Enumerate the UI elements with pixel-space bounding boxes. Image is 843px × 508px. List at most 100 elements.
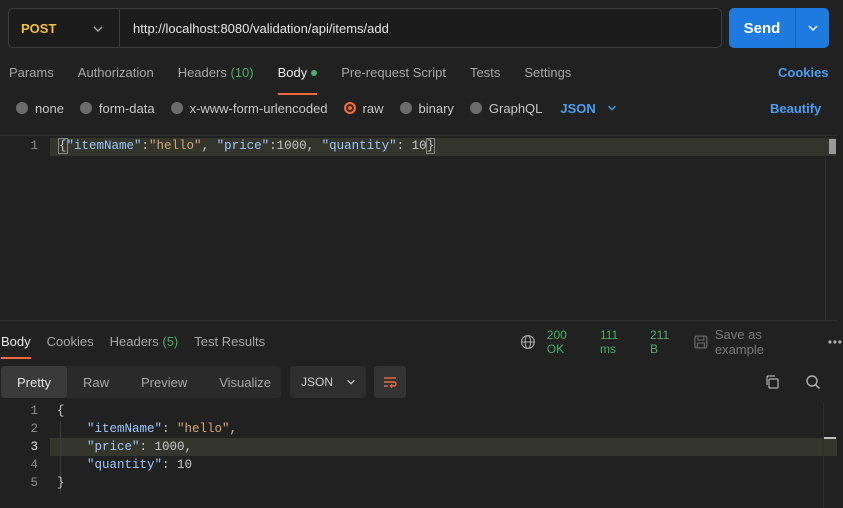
editor-scrollbar[interactable] — [825, 136, 837, 320]
json-value: "hello" — [149, 139, 202, 153]
view-tab-preview[interactable]: Preview — [125, 366, 203, 398]
more-options-icon[interactable] — [827, 339, 843, 345]
chevron-down-icon — [93, 26, 103, 32]
radio-selected-icon — [343, 102, 356, 114]
radio-label: binary — [418, 100, 454, 116]
response-time[interactable]: 111 ms — [600, 328, 637, 356]
json-value: 10 — [411, 139, 427, 153]
resp-tab-headers[interactable]: Headers (5) — [110, 328, 179, 356]
json-key: "quantity" — [87, 458, 163, 472]
tab-authorization[interactable]: Authorization — [78, 58, 154, 88]
tab-headers[interactable]: Headers (10) — [178, 58, 254, 88]
tab-label: Pretty — [17, 374, 51, 390]
save-icon — [694, 335, 708, 349]
status-code[interactable]: 200 OK — [547, 328, 587, 356]
request-body-code: {"itemName":"hello", "price":1000, "quan… — [58, 138, 436, 154]
body-type-urlencoded[interactable]: x-www-form-urlencoded — [170, 100, 328, 116]
wrap-lines-icon — [384, 377, 397, 388]
body-type-graphql[interactable]: GraphQL — [469, 101, 542, 116]
url-bar: POST — [8, 8, 722, 48]
json-line: "itemName": "hello", — [87, 422, 238, 436]
headers-count: (5) — [162, 334, 179, 349]
send-options-button[interactable] — [796, 21, 829, 35]
tab-label: Headers — [109, 334, 159, 349]
json-value: 1000 — [154, 440, 185, 454]
tab-label: Tests — [469, 65, 501, 80]
body-type-raw[interactable]: raw — [343, 101, 384, 116]
body-format-label: JSON — [560, 100, 596, 116]
json-brace: { — [57, 404, 65, 418]
search-icon — [806, 375, 821, 390]
line-number: 4 — [30, 458, 38, 472]
chevron-down-icon — [808, 25, 817, 31]
body-modified-dot — [311, 69, 318, 76]
tab-body[interactable]: Body — [277, 58, 318, 95]
line-number: 1 — [30, 139, 38, 153]
radio-label: form-data — [98, 100, 155, 116]
line-number: 1 — [30, 404, 38, 418]
brace: } — [425, 138, 436, 154]
tab-label: Settings — [524, 65, 572, 80]
method-label: POST — [21, 20, 57, 36]
beautify-button[interactable]: Beautify — [770, 101, 821, 116]
response-body-viewer[interactable]: 1 2 3 4 5 { "itemName": "hello", "price"… — [0, 403, 837, 508]
chevron-down-icon — [607, 105, 616, 111]
send-label: Send — [743, 19, 781, 37]
resp-tab-cookies[interactable]: Cookies — [47, 328, 94, 356]
tab-label: Body — [1, 334, 31, 349]
response-meta: 200 OK 111 ms 211 B Save as example — [520, 327, 843, 357]
body-type-binary[interactable]: binary — [399, 100, 454, 116]
tab-label: Authorization — [77, 65, 154, 80]
radio-label: none — [35, 100, 64, 116]
json-line: "price": 1000, — [87, 440, 193, 454]
headers-count: (10) — [230, 65, 254, 80]
method-select[interactable]: POST — [9, 9, 119, 47]
format-label: JSON — [301, 375, 334, 389]
tab-label: Headers — [177, 65, 227, 80]
view-tab-visualize[interactable]: Visualize — [203, 366, 287, 398]
body-type-form-data[interactable]: form-data — [79, 100, 155, 116]
globe-icon[interactable] — [520, 334, 536, 350]
brace: { — [58, 138, 68, 154]
tab-tests[interactable]: Tests — [470, 58, 500, 88]
send-button[interactable]: Send — [729, 8, 829, 48]
response-scrollbar[interactable] — [823, 403, 837, 508]
radio-icon — [170, 102, 183, 114]
resp-tab-test-results[interactable]: Test Results — [194, 328, 265, 356]
url-input[interactable] — [120, 9, 721, 47]
json-brace: } — [57, 476, 65, 490]
copy-icon — [766, 375, 779, 389]
view-tab-pretty[interactable]: Pretty — [1, 366, 67, 398]
json-line: "quantity": 10 — [87, 458, 193, 472]
tab-params[interactable]: Params — [9, 58, 54, 88]
tab-settings[interactable]: Settings — [524, 58, 571, 88]
resp-tab-body[interactable]: Body — [1, 328, 31, 359]
copy-button[interactable] — [762, 372, 782, 392]
radio-icon — [16, 102, 28, 114]
tab-label: Raw — [82, 374, 109, 390]
radio-label: x-www-form-urlencoded — [189, 100, 328, 116]
body-type-none[interactable]: none — [16, 101, 64, 116]
response-view-tabs: Pretty Raw Preview Visualize — [1, 366, 281, 398]
json-key: "itemName" — [66, 139, 142, 153]
json-key: "quantity" — [321, 139, 397, 153]
tab-pre-request-script[interactable]: Pre-request Script — [341, 58, 446, 88]
response-tabs: Body Cookies Headers (5) Test Results — [1, 328, 281, 359]
response-size[interactable]: 211 B — [650, 328, 680, 356]
view-tab-raw[interactable]: Raw — [67, 366, 125, 398]
request-tabs: Params Authorization Headers (10) Body P… — [9, 58, 595, 95]
body-format-select[interactable]: JSON — [560, 101, 617, 116]
save-as-example-button[interactable]: Save as example — [715, 327, 813, 357]
cookies-link[interactable]: Cookies — [778, 65, 829, 80]
scrollbar-thumb[interactable] — [829, 139, 836, 154]
line-number: 5 — [30, 476, 38, 490]
body-type-options: none form-data x-www-form-urlencoded raw… — [16, 99, 618, 117]
request-body-editor[interactable]: 1 {"itemName":"hello", "price":1000, "qu… — [0, 135, 837, 321]
line-number: 2 — [30, 422, 38, 436]
radio-icon — [469, 102, 482, 114]
wrap-lines-button[interactable] — [374, 366, 406, 398]
response-format-select[interactable]: JSON — [290, 366, 366, 398]
json-key: "itemName" — [87, 422, 163, 436]
search-button[interactable] — [803, 372, 823, 392]
chevron-down-icon — [347, 379, 355, 385]
